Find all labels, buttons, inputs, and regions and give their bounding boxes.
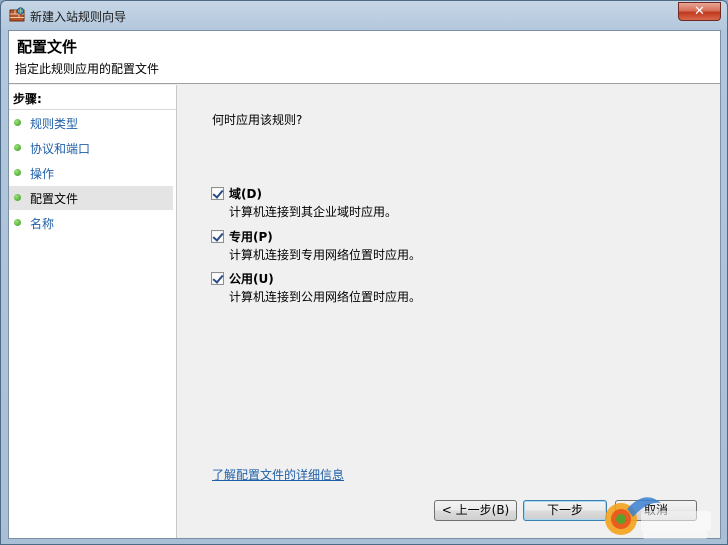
option-private[interactable]: 专用(P) 计算机连接到专用网络位置时应用。 xyxy=(211,228,611,264)
page-title: 配置文件 xyxy=(17,38,78,56)
option-label: 专用(P) xyxy=(229,230,273,244)
window-title: 新建入站规则向导 xyxy=(30,10,127,24)
title-bar[interactable]: 新建入站规则向导 ✕ xyxy=(1,1,727,30)
step-dot-icon xyxy=(14,219,21,226)
step-label: 配置文件 xyxy=(30,192,79,206)
domain-checkbox[interactable] xyxy=(211,187,224,200)
wizard-client-area: 配置文件 指定此规则应用的配置文件 步骤: 规则类型 协议和端口 操作 配置文件 xyxy=(8,30,721,539)
wizard-window: 新建入站规则向导 ✕ 配置文件 指定此规则应用的配置文件 步骤: 规则类型 协议… xyxy=(0,0,728,545)
wizard-header: 配置文件 指定此规则应用的配置文件 xyxy=(9,31,720,84)
page-subtitle: 指定此规则应用的配置文件 xyxy=(15,62,160,76)
step-name[interactable]: 名称 xyxy=(9,211,173,235)
step-label: 名称 xyxy=(30,217,55,231)
option-domain[interactable]: 域(D) 计算机连接到其企业域时应用。 xyxy=(211,185,611,221)
step-label: 协议和端口 xyxy=(30,142,91,156)
step-dot-icon xyxy=(14,169,21,176)
step-dot-icon xyxy=(14,119,21,126)
learn-more-link[interactable]: 了解配置文件的详细信息 xyxy=(212,466,344,483)
steps-divider xyxy=(9,109,176,110)
back-button[interactable]: < 上一步(B) xyxy=(434,500,517,521)
step-profile[interactable]: 配置文件 xyxy=(9,186,173,210)
option-public[interactable]: 公用(U) 计算机连接到公用网络位置时应用。 xyxy=(211,270,611,306)
step-rule-type[interactable]: 规则类型 xyxy=(9,111,173,135)
steps-panel: 步骤: 规则类型 协议和端口 操作 配置文件 名称 xyxy=(9,85,177,538)
option-label: 公用(U) xyxy=(229,272,274,286)
option-description: 计算机连接到其企业域时应用。 xyxy=(229,205,398,219)
question-text: 何时应用该规则? xyxy=(212,113,303,127)
step-label: 规则类型 xyxy=(30,117,79,131)
close-button[interactable]: ✕ xyxy=(678,2,721,21)
firewall-icon xyxy=(9,7,25,22)
step-dot-icon xyxy=(14,144,21,151)
step-label: 操作 xyxy=(30,167,55,181)
option-description: 计算机连接到公用网络位置时应用。 xyxy=(229,290,422,304)
main-content: 何时应用该规则? 域(D) 计算机连接到其企业域时应用。 专用(P) 计算机连接… xyxy=(178,85,720,538)
option-description: 计算机连接到专用网络位置时应用。 xyxy=(229,248,422,262)
private-checkbox[interactable] xyxy=(211,230,224,243)
public-checkbox[interactable] xyxy=(211,272,224,285)
steps-heading: 步骤: xyxy=(13,92,42,106)
watermark-logo-icon xyxy=(605,497,711,539)
step-protocol-ports[interactable]: 协议和端口 xyxy=(9,136,173,160)
step-action[interactable]: 操作 xyxy=(9,161,173,185)
step-dot-icon xyxy=(14,194,21,201)
option-label: 域(D) xyxy=(229,187,262,201)
